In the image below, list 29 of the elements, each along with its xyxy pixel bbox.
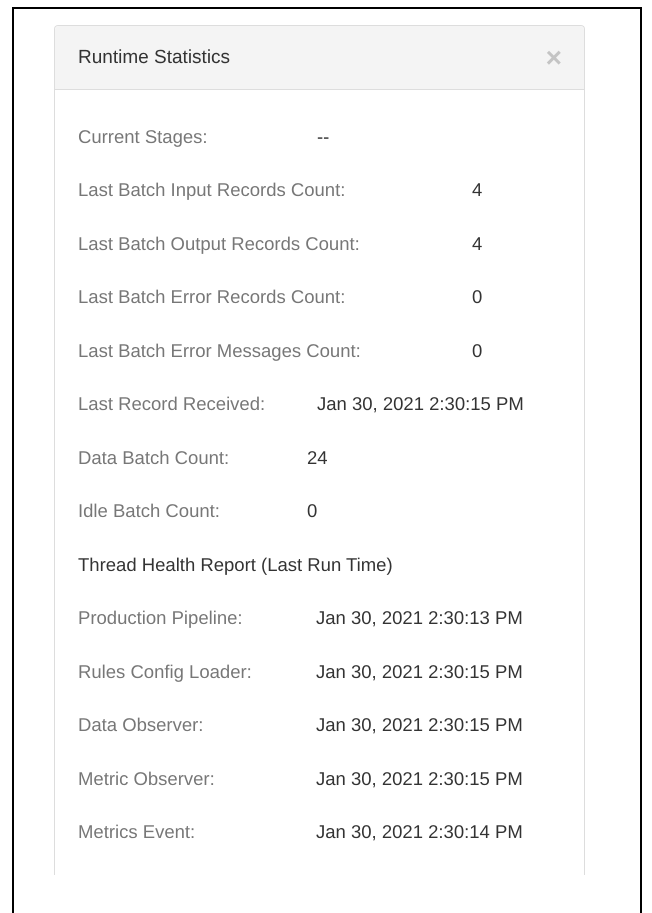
stat-value: 0 [472, 340, 484, 362]
stat-label: Last Batch Error Messages Count: [78, 340, 362, 362]
stat-label: Production Pipeline: [78, 607, 244, 630]
stat-label: Metrics Event: [78, 821, 196, 844]
stat-label: Data Batch Count: [78, 446, 230, 469]
stat-label: Data Observer: [78, 714, 204, 736]
section-heading: Thread Health Report (Last Run Time) [78, 552, 394, 577]
close-button[interactable]: × [546, 44, 562, 72]
stat-label: Last Record Received: [78, 393, 266, 416]
panel-title: Runtime Statistics [78, 46, 230, 68]
stat-label: Last Batch Output Records Count: [78, 232, 361, 255]
stat-value: 0 [472, 286, 484, 308]
stat-value: 4 [472, 232, 484, 255]
stat-value: 0 [307, 500, 318, 522]
stat-value: Jan 30, 2021 2:30:15 PM [316, 768, 524, 790]
stat-label: Idle Batch Count: [78, 500, 221, 522]
stat-value: -- [317, 126, 330, 148]
stat-value: Jan 30, 2021 2:30:15 PM [316, 714, 524, 736]
stat-value: 4 [472, 179, 484, 202]
stat-label: Last Batch Error Records Count: [78, 286, 346, 308]
stat-label: Metric Observer: [78, 768, 216, 790]
stat-value: Jan 30, 2021 2:30:14 PM [316, 821, 524, 844]
stat-value: Jan 30, 2021 2:30:15 PM [317, 393, 525, 416]
stat-value: Jan 30, 2021 2:30:13 PM [316, 607, 524, 630]
stat-label: Rules Config Loader: [78, 660, 253, 683]
stat-value: 24 [307, 446, 329, 469]
stat-label: Current Stages: [78, 126, 209, 148]
stat-label: Last Batch Input Records Count: [78, 179, 346, 202]
stat-value: Jan 30, 2021 2:30:15 PM [316, 660, 524, 683]
